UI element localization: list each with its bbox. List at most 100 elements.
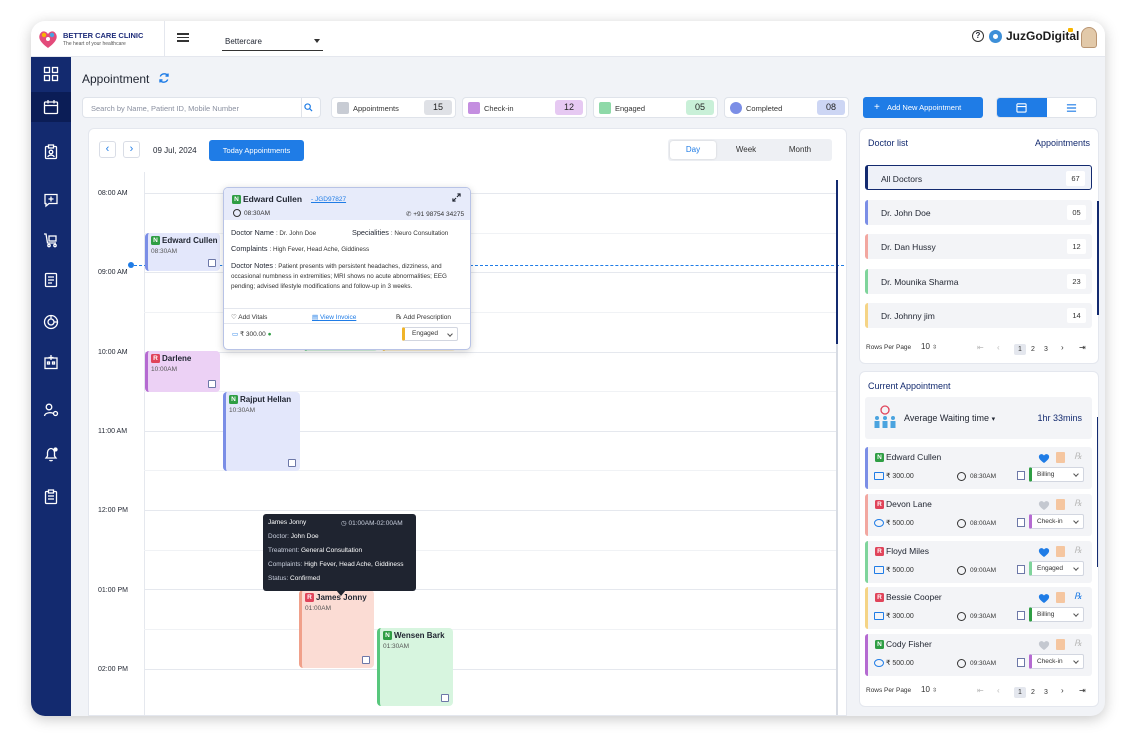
user-settings-icon[interactable] [31, 395, 71, 425]
invoice-icon[interactable] [1056, 546, 1065, 557]
scrollbar-track[interactable] [836, 344, 838, 715]
tooltip-status-label: Status: [268, 575, 289, 582]
stat-checkin[interactable]: Check-in 12 [462, 97, 587, 118]
vitals-heart-icon[interactable] [1038, 593, 1050, 604]
current-appointment-item[interactable]: R Floyd Miles ℞ ₹ 500.00 09:00AM Engaged [865, 541, 1092, 583]
avatar[interactable] [1081, 27, 1097, 48]
patient-name-text: Floyd Miles [886, 546, 929, 556]
first-page-icon[interactable]: ⇤ [977, 343, 984, 352]
scrollbar-thumb[interactable] [836, 180, 838, 344]
vitals-heart-icon[interactable] [1038, 500, 1050, 511]
prev-page-icon[interactable]: ‹ [997, 686, 1000, 695]
stat-completed[interactable]: Completed 08 [724, 97, 849, 118]
page-1[interactable]: 1 [1014, 344, 1026, 355]
appointment-event[interactable]: N Edward Cullen 08:30AM [145, 233, 220, 271]
next-date-button[interactable]: › [123, 141, 140, 158]
clinic-logo[interactable]: BETTER CARE CLINIC The heart of your hea… [37, 26, 167, 52]
status-select[interactable]: Check-in [1029, 654, 1084, 669]
dashboard-icon[interactable] [31, 59, 71, 89]
search-icon[interactable] [304, 103, 313, 112]
brand-badge [1068, 28, 1073, 32]
notification-bell-icon[interactable] [31, 439, 71, 469]
view-invoice-link[interactable]: ▤ View Invoice [312, 313, 356, 321]
invoice-icon[interactable] [1056, 639, 1065, 650]
search-box[interactable]: Search by Name, Patient ID, Mobile Numbe… [82, 97, 321, 118]
average-waiting-time[interactable]: Average Waiting time ▾ 1hr 33mins [865, 397, 1092, 439]
rows-per-page-select[interactable]: 10 ⇳ [921, 342, 947, 355]
rx-icon[interactable]: ℞ [1074, 498, 1082, 509]
tab-month[interactable]: Month [776, 141, 824, 159]
help-icon[interactable]: ? [972, 30, 984, 42]
vitals-heart-icon[interactable] [1038, 547, 1050, 558]
add-prescription-button[interactable]: ℞ Add Prescription [396, 313, 451, 321]
list-view-button[interactable] [1047, 98, 1096, 117]
clipboard-patient-icon[interactable] [31, 137, 71, 167]
chevron-down-icon [314, 39, 320, 43]
tooltip-treatment: Treatment: General Consultation [268, 547, 362, 554]
organization-select[interactable]: Bettercare [222, 32, 323, 51]
current-appointment-item[interactable]: R Bessie Cooper ℞ ₹ 300.00 09:30AM Billin… [865, 587, 1092, 629]
vitals-heart-icon[interactable] [1038, 640, 1050, 651]
today-appointments-button[interactable]: Today Appointments [209, 140, 304, 161]
page-2[interactable]: 2 [1027, 344, 1039, 355]
status-select[interactable]: Engaged [1029, 561, 1084, 576]
rx-icon[interactable]: ℞ [1074, 591, 1082, 602]
doctor-item[interactable]: Dr. Dan Hussy 12 [865, 234, 1092, 259]
status-select[interactable]: Billing [1029, 607, 1084, 622]
updown-icon: ⇳ [932, 688, 938, 694]
invoice-icon[interactable] [1056, 452, 1065, 463]
vitals-heart-icon[interactable] [1038, 453, 1050, 464]
doctor-item[interactable]: Dr. John Doe 05 [865, 200, 1092, 225]
page-3[interactable]: 3 [1040, 687, 1052, 698]
patient-id-link[interactable]: - JGD97827 [311, 196, 346, 203]
status-select[interactable]: Check-in [1029, 514, 1084, 529]
appointment-event[interactable]: R James Jonny 01:00AM [299, 590, 374, 668]
next-page-icon[interactable]: › [1061, 686, 1064, 695]
invoice-icon[interactable] [1056, 499, 1065, 510]
stat-appointments[interactable]: Appointments 15 [331, 97, 456, 118]
current-appointment-item[interactable]: N Cody Fisher ℞ ₹ 500.00 09:30AM Check-in [865, 634, 1092, 676]
calendar-icon[interactable] [31, 92, 71, 122]
add-vitals-button[interactable]: ♡ Add Vitals [231, 313, 267, 321]
page-3[interactable]: 3 [1040, 344, 1052, 355]
prev-date-button[interactable]: ‹ [99, 141, 116, 158]
menu-icon[interactable] [177, 31, 189, 43]
current-appointment-item[interactable]: N Edward Cullen ℞ ₹ 300.00 08:30AM Billin… [865, 447, 1092, 489]
page-1[interactable]: 1 [1014, 687, 1026, 698]
doctor-item-all[interactable]: All Doctors 67 [865, 165, 1092, 190]
tab-day[interactable]: Day [670, 141, 716, 159]
status-select[interactable]: Billing [1029, 467, 1084, 482]
doctor-item[interactable]: Dr. Mounika Sharma 23 [865, 269, 1092, 294]
stat-engaged[interactable]: Engaged 05 [593, 97, 718, 118]
pharmacy-cart-icon[interactable] [31, 225, 71, 255]
rx-icon[interactable]: ℞ [1074, 545, 1082, 556]
rows-per-page-select[interactable]: 10 ⇳ [921, 685, 947, 698]
rx-icon[interactable]: ℞ [1074, 451, 1082, 462]
scrollbar-thumb[interactable] [1097, 417, 1098, 567]
next-page-icon[interactable]: › [1061, 343, 1064, 352]
checklist-icon[interactable] [31, 482, 71, 512]
calendar-view-button[interactable] [997, 98, 1047, 117]
reports-icon[interactable] [31, 265, 71, 295]
scrollbar-thumb[interactable] [1097, 201, 1099, 315]
appointment-event[interactable]: N Wensen Bark 01:30AM [377, 628, 453, 706]
last-page-icon[interactable]: ⇥ [1079, 343, 1086, 352]
add-appointment-button[interactable]: + Add New Appointment [863, 97, 983, 118]
add-consultation-icon[interactable] [31, 185, 71, 215]
analytics-icon[interactable] [31, 307, 71, 337]
refresh-icon[interactable] [158, 72, 170, 84]
prev-page-icon[interactable]: ‹ [997, 343, 1000, 352]
last-page-icon[interactable]: ⇥ [1079, 686, 1086, 695]
page-2[interactable]: 2 [1027, 687, 1039, 698]
expand-icon[interactable] [452, 193, 461, 202]
invoice-icon[interactable] [1056, 592, 1065, 603]
hospital-icon[interactable] [31, 347, 71, 377]
doctor-item[interactable]: Dr. Johnny jim 14 [865, 303, 1092, 328]
current-appointment-item[interactable]: R Devon Lane ℞ ₹ 500.00 08:00AM Check-in [865, 494, 1092, 536]
appointment-event[interactable]: N Rajput Hellan 10:30AM [223, 392, 300, 471]
first-page-icon[interactable]: ⇤ [977, 686, 984, 695]
appointment-event[interactable]: R Darlene 10:00AM [145, 351, 220, 392]
tab-week[interactable]: Week [722, 141, 770, 159]
rx-icon[interactable]: ℞ [1074, 638, 1082, 649]
status-select[interactable]: Engaged [402, 327, 458, 341]
